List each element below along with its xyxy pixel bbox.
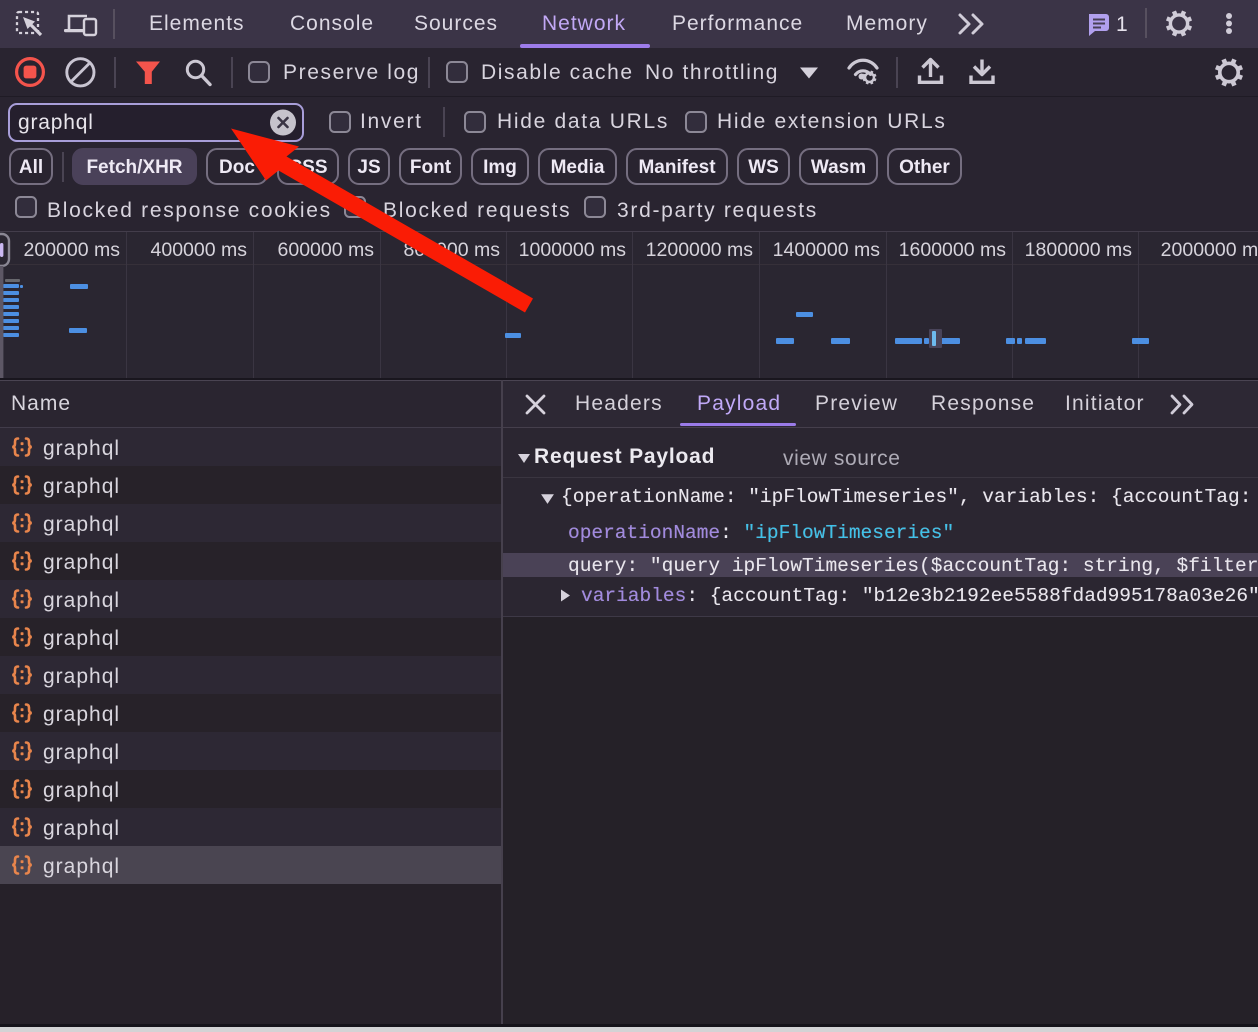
svg-text:1: 1 (1116, 13, 1128, 36)
